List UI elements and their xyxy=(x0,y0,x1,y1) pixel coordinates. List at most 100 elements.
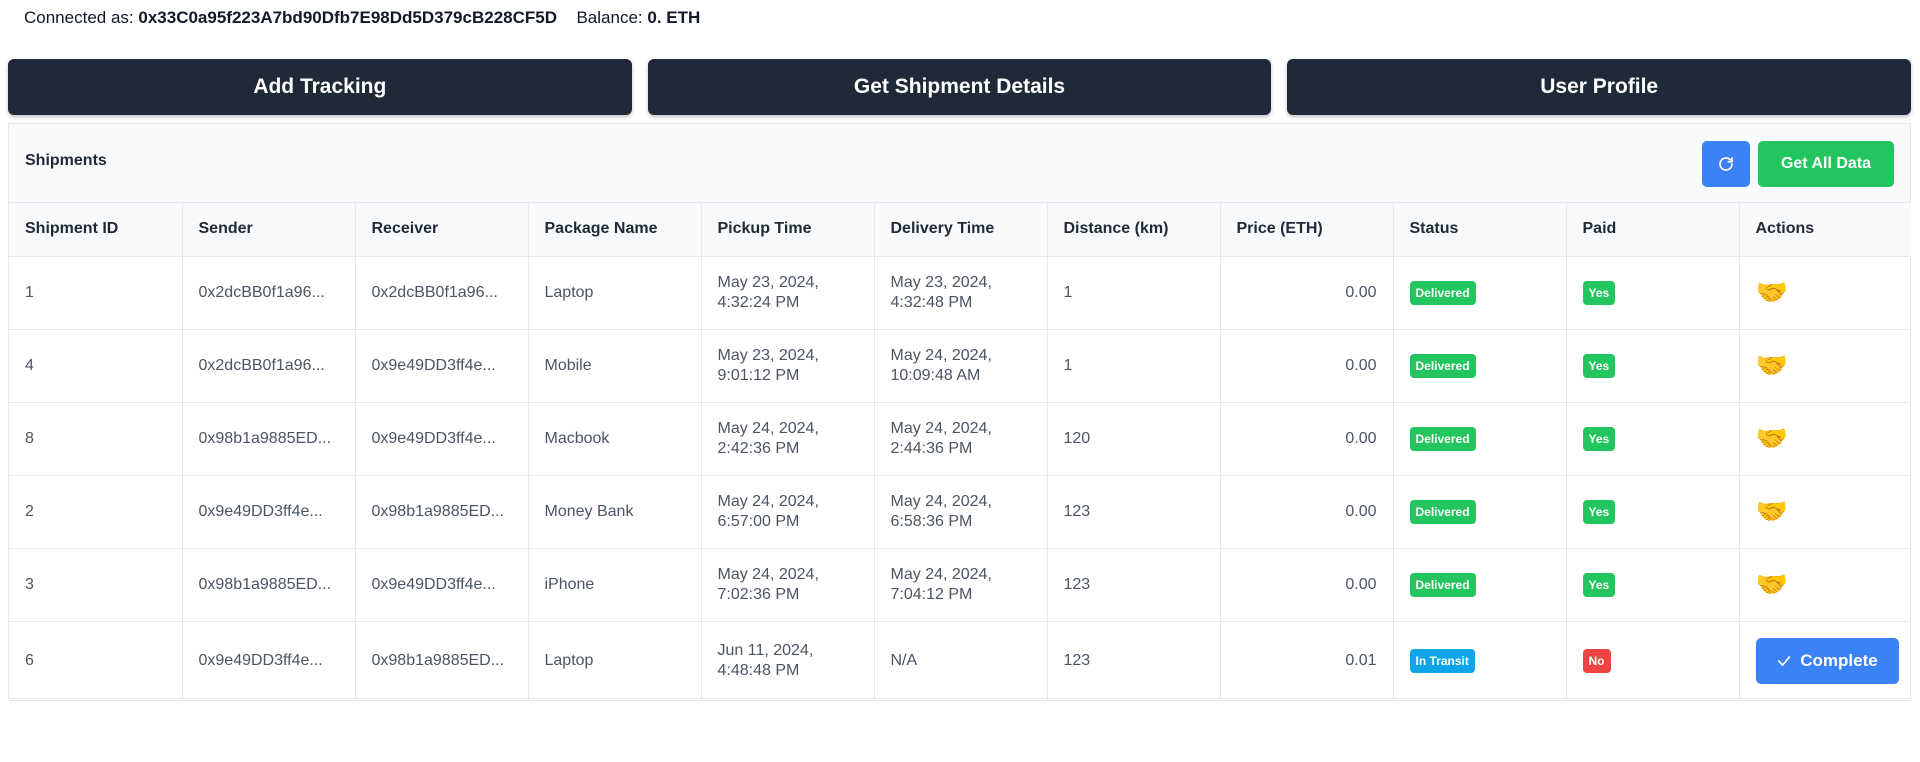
cell-sender: 0x2dcBB0f1a96... xyxy=(182,256,356,330)
cell-package-name: Macbook xyxy=(528,402,702,476)
cell-paid: Yes xyxy=(1566,256,1740,330)
cell-price: 0.00 xyxy=(1220,256,1394,330)
cell-package-name: Laptop xyxy=(528,256,702,330)
get-all-data-button[interactable]: Get All Data xyxy=(1758,141,1894,187)
complete-button-label: Complete xyxy=(1800,650,1878,670)
status-badge: Delivered xyxy=(1409,426,1476,451)
col-header-shipment-id: Shipment ID xyxy=(9,203,183,257)
cell-shipment-id: 6 xyxy=(9,621,183,701)
col-header-distance: Distance (km) xyxy=(1047,203,1221,257)
cell-paid: Yes xyxy=(1566,548,1740,622)
wallet-address: 0x33C0a95f223A7bd90Dfb7E98Dd5D379cB228CF… xyxy=(138,8,557,27)
cell-paid: Yes xyxy=(1566,475,1740,549)
handshake-icon: 🤝 xyxy=(1755,422,1788,453)
handshake-icon: 🤝 xyxy=(1755,568,1788,599)
cell-status: Delivered xyxy=(1393,475,1567,549)
table-row: 8 0x98b1a9885ED... 0x9e49DD3ff4e... Macb… xyxy=(9,402,1911,476)
cell-receiver: 0x2dcBB0f1a96... xyxy=(355,256,529,330)
cell-package-name: iPhone xyxy=(528,548,702,622)
cell-shipment-id: 3 xyxy=(9,548,183,622)
cell-paid: Yes xyxy=(1566,329,1740,403)
cell-distance: 1 xyxy=(1047,256,1221,330)
cell-delivery-time: May 24, 2024, 2:44:36 PM xyxy=(874,402,1048,476)
cell-receiver: 0x9e49DD3ff4e... xyxy=(355,402,529,476)
cell-receiver: 0x98b1a9885ED... xyxy=(355,475,529,549)
cell-distance: 123 xyxy=(1047,475,1221,549)
get-shipment-details-button[interactable]: Get Shipment Details xyxy=(647,59,1272,115)
connection-info: Connected as: 0x33C0a95f223A7bd90Dfb7E98… xyxy=(24,8,700,28)
cell-receiver: 0x9e49DD3ff4e... xyxy=(355,548,529,622)
cell-receiver: 0x98b1a9885ED... xyxy=(355,621,529,701)
cell-shipment-id: 2 xyxy=(9,475,183,549)
col-header-paid: Paid xyxy=(1566,203,1740,257)
cell-shipment-id: 8 xyxy=(9,402,183,476)
main-nav: Add Tracking Get Shipment Details User P… xyxy=(8,59,1912,115)
cell-delivery-time: May 23, 2024, 4:32:48 PM xyxy=(874,256,1048,330)
cell-shipment-id: 1 xyxy=(9,256,183,330)
cell-price: 0.00 xyxy=(1220,475,1394,549)
col-header-sender: Sender xyxy=(182,203,356,257)
col-header-status: Status xyxy=(1393,203,1567,257)
balance-value: 0. ETH xyxy=(647,8,701,27)
cell-package-name: Laptop xyxy=(528,621,702,701)
col-header-actions: Actions xyxy=(1739,203,1911,257)
panel-title: Shipments xyxy=(25,152,107,169)
cell-actions: 🤝 xyxy=(1739,548,1911,622)
add-tracking-button[interactable]: Add Tracking xyxy=(8,59,632,115)
cell-sender: 0x98b1a9885ED... xyxy=(182,402,356,476)
cell-actions: 🤝 xyxy=(1739,402,1911,476)
balance-label: Balance: xyxy=(576,8,643,27)
user-profile-button[interactable]: User Profile xyxy=(1287,59,1912,115)
paid-badge: Yes xyxy=(1582,353,1616,378)
refresh-icon xyxy=(1719,157,1733,171)
status-badge: Delivered xyxy=(1409,572,1476,597)
status-badge: Delivered xyxy=(1409,499,1476,524)
table-row: 6 0x9e49DD3ff4e... 0x98b1a9885ED... Lapt… xyxy=(9,621,1911,701)
cell-pickup-time: May 23, 2024, 4:32:24 PM xyxy=(701,256,875,330)
col-header-delivery-time: Delivery Time xyxy=(874,203,1048,257)
cell-delivery-time: N/A xyxy=(874,621,1048,701)
cell-actions: 🤝 xyxy=(1739,475,1911,549)
status-badge: Delivered xyxy=(1409,353,1476,378)
paid-badge: Yes xyxy=(1582,572,1616,597)
table-row: 1 0x2dcBB0f1a96... 0x2dcBB0f1a96... Lapt… xyxy=(9,256,1911,330)
cell-pickup-time: May 24, 2024, 7:02:36 PM xyxy=(701,548,875,622)
complete-button[interactable]: Complete xyxy=(1755,637,1899,684)
shipments-table: Shipment ID Sender Receiver Package Name… xyxy=(9,203,1911,701)
shipments-panel: Shipments Get All Data Shipment ID Sende… xyxy=(8,123,1911,701)
table-row: 4 0x2dcBB0f1a96... 0x9e49DD3ff4e... Mobi… xyxy=(9,329,1911,403)
status-badge: In Transit xyxy=(1409,648,1475,673)
handshake-icon: 🤝 xyxy=(1755,495,1788,526)
cell-delivery-time: May 24, 2024, 7:04:12 PM xyxy=(874,548,1048,622)
refresh-button[interactable] xyxy=(1702,141,1750,187)
col-header-package-name: Package Name xyxy=(528,203,702,257)
paid-badge: No xyxy=(1582,648,1611,673)
col-header-pickup-time: Pickup Time xyxy=(701,203,875,257)
paid-badge: Yes xyxy=(1582,426,1616,451)
handshake-icon: 🤝 xyxy=(1755,349,1788,380)
table-row: 2 0x9e49DD3ff4e... 0x98b1a9885ED... Mone… xyxy=(9,475,1911,549)
cell-delivery-time: May 24, 2024, 6:58:36 PM xyxy=(874,475,1048,549)
table-row: 3 0x98b1a9885ED... 0x9e49DD3ff4e... iPho… xyxy=(9,548,1911,622)
cell-distance: 1 xyxy=(1047,329,1221,403)
cell-sender: 0x2dcBB0f1a96... xyxy=(182,329,356,403)
cell-distance: 120 xyxy=(1047,402,1221,476)
cell-status: In Transit xyxy=(1393,621,1567,701)
cell-price: 0.01 xyxy=(1220,621,1394,701)
table-header-row: Shipment ID Sender Receiver Package Name… xyxy=(9,203,1911,257)
cell-status: Delivered xyxy=(1393,329,1567,403)
cell-delivery-time: May 24, 2024, 10:09:48 AM xyxy=(874,329,1048,403)
cell-pickup-time: Jun 11, 2024, 4:48:48 PM xyxy=(701,621,875,701)
shipments-panel-header: Shipments Get All Data xyxy=(9,124,1910,203)
cell-actions: Complete xyxy=(1739,621,1911,701)
cell-package-name: Money Bank xyxy=(528,475,702,549)
cell-status: Delivered xyxy=(1393,402,1567,476)
cell-pickup-time: May 23, 2024, 9:01:12 PM xyxy=(701,329,875,403)
cell-distance: 123 xyxy=(1047,621,1221,701)
handshake-icon: 🤝 xyxy=(1755,276,1788,307)
cell-actions: 🤝 xyxy=(1739,329,1911,403)
cell-status: Delivered xyxy=(1393,548,1567,622)
cell-status: Delivered xyxy=(1393,256,1567,330)
connected-label: Connected as: xyxy=(24,8,134,27)
status-badge: Delivered xyxy=(1409,280,1476,305)
